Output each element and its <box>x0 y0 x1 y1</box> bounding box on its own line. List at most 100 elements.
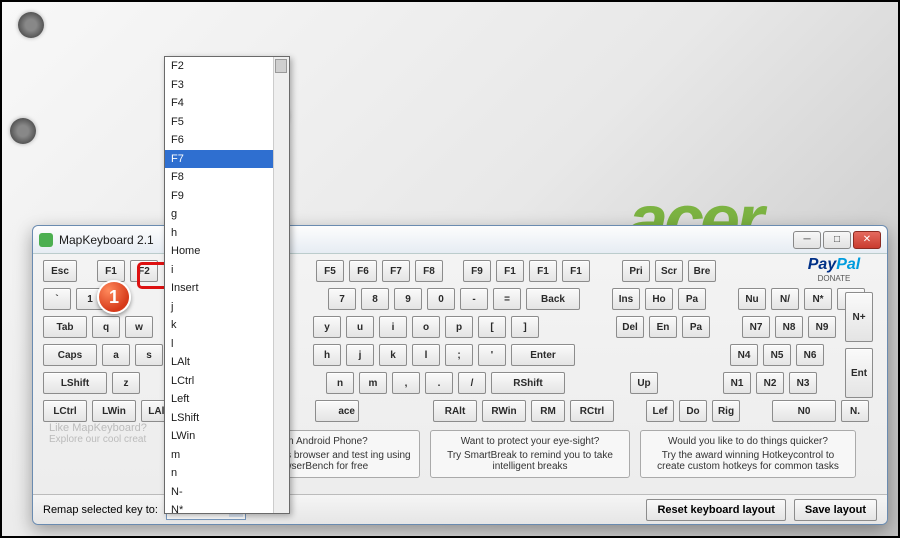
key-comma[interactable]: , <box>392 372 420 394</box>
key-ralt[interactable]: RAlt <box>433 400 477 422</box>
maximize-button[interactable]: □ <box>823 231 851 249</box>
key-rctrl[interactable]: RCtrl <box>570 400 614 422</box>
dropdown-item[interactable]: h <box>165 224 273 243</box>
key-f2[interactable]: F2 <box>130 260 158 282</box>
key-insert[interactable]: Ins <box>612 288 640 310</box>
key-7[interactable]: 7 <box>328 288 356 310</box>
remap-dropdown-list[interactable]: F2F3F4F5F6F7F8F9ghHomeiInsertjklLAltLCtr… <box>164 56 290 514</box>
key-j[interactable]: j <box>346 344 374 366</box>
key-tab[interactable]: Tab <box>43 316 87 338</box>
dropdown-item[interactable]: F6 <box>165 131 273 150</box>
key-p[interactable]: p <box>445 316 473 338</box>
dropdown-item[interactable]: i <box>165 261 273 280</box>
dropdown-item[interactable]: F7 <box>165 150 273 169</box>
dropdown-item[interactable]: F9 <box>165 187 273 206</box>
key-nummul[interactable]: N* <box>804 288 832 310</box>
key-rmenu[interactable]: RM <box>531 400 565 422</box>
key-n5[interactable]: N5 <box>763 344 791 366</box>
key-n1[interactable]: N1 <box>723 372 751 394</box>
dropdown-item[interactable]: N* <box>165 501 273 514</box>
promo-hotkeycontrol[interactable]: Would you like to do things quicker? Try… <box>640 430 856 478</box>
key-numplus[interactable]: N+ <box>845 292 873 342</box>
key-bracket-l[interactable]: [ <box>478 316 506 338</box>
dropdown-item[interactable]: LShift <box>165 409 273 428</box>
key-9[interactable]: 9 <box>394 288 422 310</box>
dropdown-item[interactable]: LAlt <box>165 353 273 372</box>
key-scrolllock[interactable]: Scr <box>655 260 683 282</box>
dropdown-item[interactable]: Insert <box>165 279 273 298</box>
dropdown-item[interactable]: n <box>165 464 273 483</box>
reset-layout-button[interactable]: Reset keyboard layout <box>646 499 785 521</box>
key-down[interactable]: Do <box>679 400 707 422</box>
key-o[interactable]: o <box>412 316 440 338</box>
dropdown-item[interactable]: k <box>165 316 273 335</box>
key-backspace[interactable]: Back <box>526 288 580 310</box>
key-home[interactable]: Ho <box>645 288 673 310</box>
key-period[interactable]: . <box>425 372 453 394</box>
dropdown-item[interactable]: Home <box>165 242 273 261</box>
key-minus[interactable]: - <box>460 288 488 310</box>
key-rshift[interactable]: RShift <box>491 372 565 394</box>
key-f12[interactable]: F1 <box>562 260 590 282</box>
key-esc[interactable]: Esc <box>43 260 77 282</box>
key-f6[interactable]: F6 <box>349 260 377 282</box>
key-n[interactable]: n <box>326 372 354 394</box>
dropdown-item[interactable]: m <box>165 446 273 465</box>
dropdown-item[interactable]: l <box>165 335 273 354</box>
key-f1[interactable]: F1 <box>97 260 125 282</box>
key-z[interactable]: z <box>112 372 140 394</box>
key-u[interactable]: u <box>346 316 374 338</box>
key-ndot[interactable]: N. <box>841 400 869 422</box>
key-f9[interactable]: F9 <box>463 260 491 282</box>
dropdown-item[interactable]: g <box>165 205 273 224</box>
key-left[interactable]: Lef <box>646 400 674 422</box>
key-k[interactable]: k <box>379 344 407 366</box>
key-i[interactable]: i <box>379 316 407 338</box>
key-n8[interactable]: N8 <box>775 316 803 338</box>
key-delete[interactable]: Del <box>616 316 644 338</box>
key-w[interactable]: w <box>125 316 153 338</box>
key-pagedown[interactable]: Pa <box>682 316 710 338</box>
key-f8[interactable]: F8 <box>415 260 443 282</box>
close-button[interactable]: ✕ <box>853 231 881 249</box>
key-s[interactable]: s <box>135 344 163 366</box>
key-lwin[interactable]: LWin <box>92 400 136 422</box>
key-numdiv[interactable]: N/ <box>771 288 799 310</box>
dropdown-item[interactable]: LWin <box>165 427 273 446</box>
dropdown-item[interactable]: F3 <box>165 76 273 95</box>
dropdown-item[interactable]: F2 <box>165 57 273 76</box>
key-lshift[interactable]: LShift <box>43 372 107 394</box>
key-break[interactable]: Bre <box>688 260 716 282</box>
save-layout-button[interactable]: Save layout <box>794 499 877 521</box>
key-m[interactable]: m <box>359 372 387 394</box>
key-q[interactable]: q <box>92 316 120 338</box>
key-n6[interactable]: N6 <box>796 344 824 366</box>
key-l[interactable]: l <box>412 344 440 366</box>
key-space[interactable]: ace <box>315 400 359 422</box>
key-numenter[interactable]: Ent <box>845 348 873 398</box>
key-h[interactable]: h <box>313 344 341 366</box>
scrollbar[interactable] <box>273 57 289 513</box>
key-backtick[interactable]: ` <box>43 288 71 310</box>
key-f10[interactable]: F1 <box>496 260 524 282</box>
titlebar[interactable]: MapKeyboard 2.1 ─ □ ✕ <box>33 226 887 254</box>
dropdown-item[interactable]: LCtrl <box>165 372 273 391</box>
key-n7[interactable]: N7 <box>742 316 770 338</box>
key-lctrl[interactable]: LCtrl <box>43 400 87 422</box>
key-slash[interactable]: / <box>458 372 486 394</box>
key-f5[interactable]: F5 <box>316 260 344 282</box>
key-enter[interactable]: Enter <box>511 344 575 366</box>
key-right[interactable]: Rig <box>712 400 740 422</box>
key-n4[interactable]: N4 <box>730 344 758 366</box>
dropdown-item[interactable]: F5 <box>165 113 273 132</box>
promo-smartbreak[interactable]: Want to protect your eye-sight? Try Smar… <box>430 430 630 478</box>
key-end[interactable]: En <box>649 316 677 338</box>
key-n2[interactable]: N2 <box>756 372 784 394</box>
minimize-button[interactable]: ─ <box>793 231 821 249</box>
dropdown-item[interactable]: F4 <box>165 94 273 113</box>
key-f11[interactable]: F1 <box>529 260 557 282</box>
key-up[interactable]: Up <box>630 372 658 394</box>
key-rwin[interactable]: RWin <box>482 400 526 422</box>
scrollbar-thumb[interactable] <box>275 59 287 73</box>
key-bracket-r[interactable]: ] <box>511 316 539 338</box>
